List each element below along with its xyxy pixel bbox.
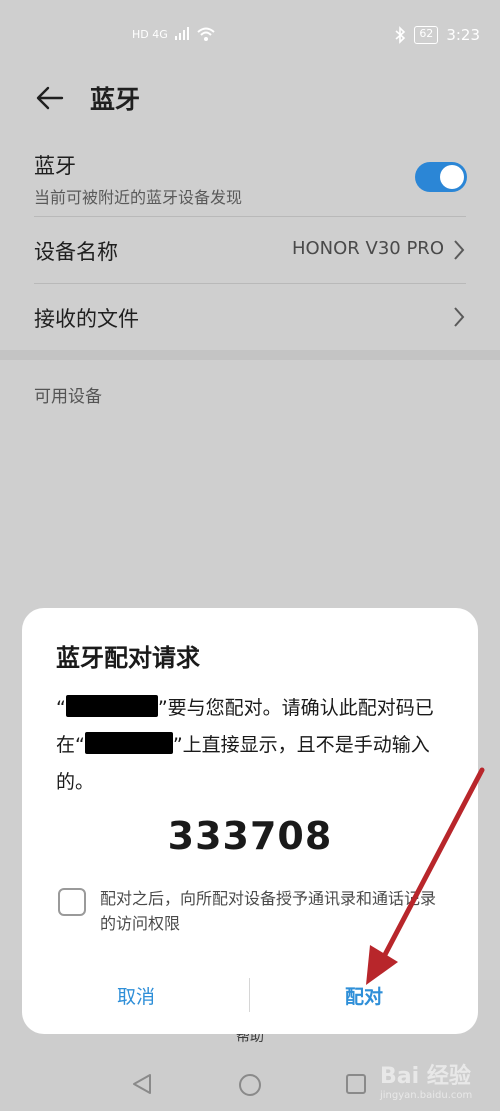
app-bar: 蓝牙 <box>0 76 500 122</box>
chevron-right-icon <box>454 307 465 327</box>
received-files-label: 接收的文件 <box>34 307 139 331</box>
watermark-logo: Bai 经验 <box>380 1064 471 1089</box>
redacted-device-name <box>65 695 158 717</box>
dialog-message: “”要与您配对。请确认此配对码已在“ ”上直接显示，且不是手动输入的。 <box>56 690 452 801</box>
watermark-url: jingyan.baidu.com <box>380 1090 473 1101</box>
pair-button[interactable]: 配对 <box>250 970 478 1020</box>
nav-recent-apps-icon[interactable] <box>345 1073 367 1095</box>
share-contacts-checkbox[interactable] <box>58 888 86 916</box>
bluetooth-pairing-dialog: 蓝牙配对请求 “”要与您配对。请确认此配对码已在“ ”上直接显示，且不是手动输入的… <box>22 608 478 1034</box>
network-indicator: HD 4G <box>132 26 216 42</box>
chevron-right-icon <box>454 240 465 260</box>
signal-icon <box>174 27 189 40</box>
bluetooth-toggle-switch[interactable] <box>415 162 467 192</box>
share-contacts-label[interactable]: 配对之后，向所配对设备授予通讯录和通话记录的访问权限 <box>100 886 450 936</box>
wifi-icon <box>197 27 215 41</box>
nav-home-icon[interactable] <box>238 1073 262 1097</box>
bluetooth-row-title: 蓝牙 <box>34 154 76 178</box>
clock: 3:23 <box>446 26 480 44</box>
section-divider <box>0 350 500 360</box>
back-arrow-icon[interactable] <box>34 82 66 114</box>
bluetooth-row-subtitle: 当前可被附近的蓝牙设备发现 <box>34 188 243 207</box>
nav-back-icon[interactable] <box>130 1073 154 1095</box>
baidu-jingyan-watermark: Bai 经验 jingyan.baidu.com <box>380 1058 490 1103</box>
redacted-device-name <box>84 732 173 754</box>
device-name-value: HONOR V30 PRO <box>291 238 444 259</box>
status-right: 62 3:23 <box>394 26 480 44</box>
pairing-code: 333708 <box>167 814 333 858</box>
network-label: HD 4G <box>132 27 168 41</box>
bluetooth-toggle-row[interactable]: 蓝牙 当前可被附近的蓝牙设备发现 <box>34 150 466 208</box>
received-files-row[interactable]: 接收的文件 <box>34 303 466 333</box>
battery-indicator: 62 <box>414 26 439 44</box>
dialog-title: 蓝牙配对请求 <box>56 644 200 672</box>
available-devices-label: 可用设备 <box>34 387 102 407</box>
divider <box>34 283 466 284</box>
bluetooth-status-icon <box>395 26 406 44</box>
page-title: 蓝牙 <box>90 85 141 114</box>
cancel-button[interactable]: 取消 <box>22 970 250 1020</box>
divider <box>34 216 466 217</box>
message-quote-open: “ <box>56 697 66 719</box>
toggle-knob <box>440 165 464 189</box>
